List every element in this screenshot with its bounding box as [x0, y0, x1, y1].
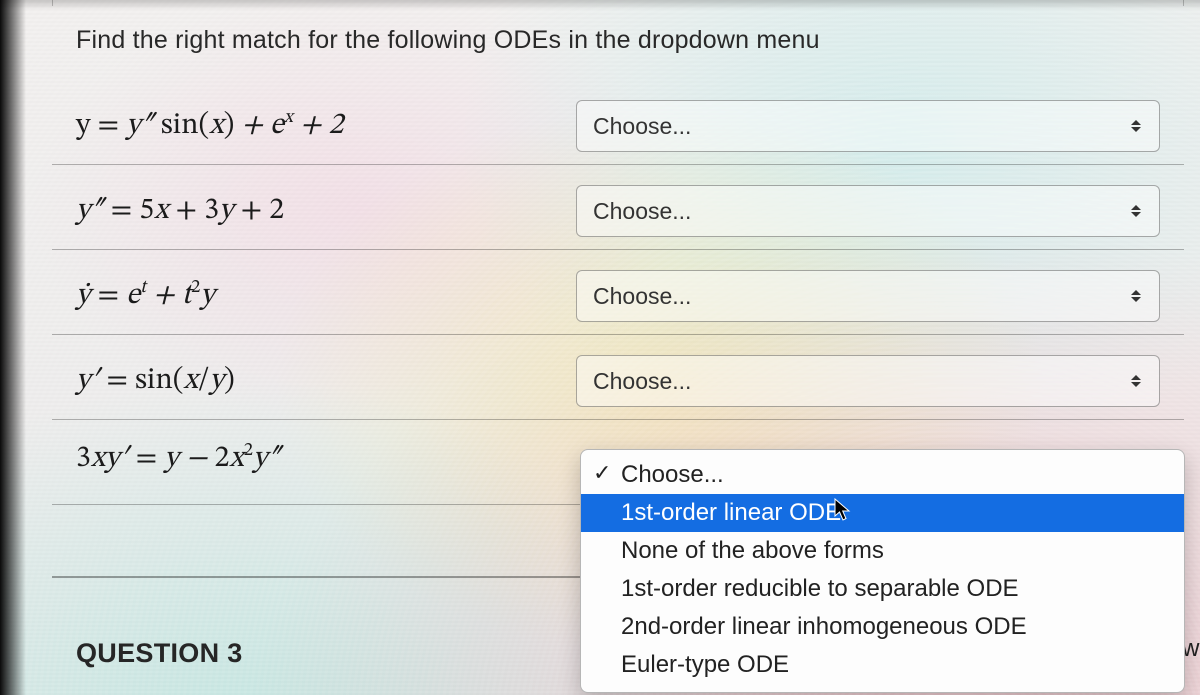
equation-2: y″ = 5x + 3y + 2 — [76, 192, 576, 230]
next-question-heading: QUESTION 3 — [76, 638, 243, 669]
equation-5: 3xy′ = y − 2x2y″ — [76, 440, 576, 478]
card-top-border — [52, 0, 1184, 6]
match-row-2: y″ = 5x + 3y + 2 Choose... — [76, 185, 1160, 237]
match-row-1: y = y″ sin(x) + ex + 2 Choose... — [76, 100, 1160, 152]
equation-4: y′ = sin(x/y) — [76, 362, 576, 400]
dropdown-option-euler[interactable]: Euler-type ODE — [581, 646, 1184, 684]
dropdown-2-label: Choose... — [593, 198, 691, 225]
dropdown-option-none[interactable]: None of the above forms — [581, 532, 1184, 570]
dropdown-1[interactable]: Choose... — [576, 100, 1160, 152]
dropdown-3[interactable]: Choose... — [576, 270, 1160, 322]
row-divider — [52, 164, 1184, 165]
dropdown-option-2nd-linear-inhom[interactable]: 2nd-order linear inhomogeneous ODE — [581, 608, 1184, 646]
match-row-3: ẏ = et + t2y Choose... — [76, 270, 1160, 322]
dropdown-3-label: Choose... — [593, 283, 691, 310]
equation-1: y = y″ sin(x) + ex + 2 — [76, 107, 576, 145]
question-prompt: Find the right match for the following O… — [76, 26, 820, 55]
dropdown-option-choose[interactable]: Choose... — [581, 456, 1184, 494]
dropdown-4-label: Choose... — [593, 368, 691, 395]
chevron-updown-icon — [1127, 287, 1145, 305]
dropdown-1-label: Choose... — [593, 113, 691, 140]
dropdown-5-popup[interactable]: Choose... 1st-order linear ODE None of t… — [580, 449, 1185, 693]
row-divider — [52, 334, 1184, 335]
dropdown-2[interactable]: Choose... — [576, 185, 1160, 237]
chevron-updown-icon — [1127, 372, 1145, 390]
match-row-4: y′ = sin(x/y) Choose... — [76, 355, 1160, 407]
row-divider — [52, 419, 1184, 420]
chevron-updown-icon — [1127, 202, 1145, 220]
equation-3: ẏ = et + t2y — [76, 277, 576, 315]
chevron-updown-icon — [1127, 117, 1145, 135]
dropdown-4[interactable]: Choose... — [576, 355, 1160, 407]
row-divider — [52, 249, 1184, 250]
dropdown-option-1st-reducible[interactable]: 1st-order reducible to separable ODE — [581, 570, 1184, 608]
dropdown-option-1st-linear[interactable]: 1st-order linear ODE — [581, 494, 1184, 532]
